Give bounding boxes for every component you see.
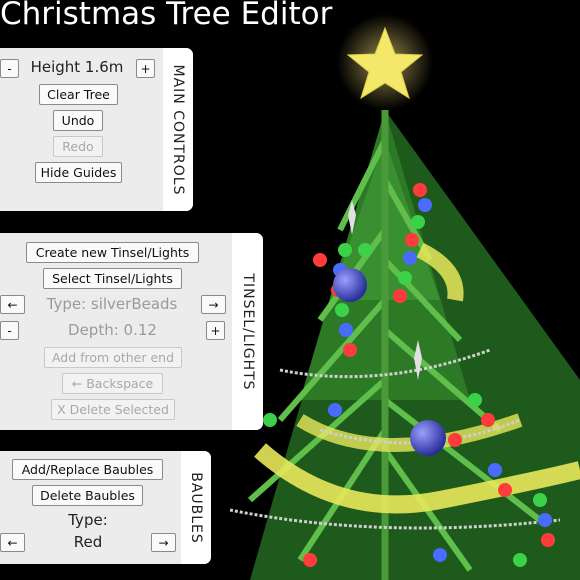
height-decrease-button[interactable]: - [0, 59, 19, 78]
main-controls-tab[interactable]: MAIN CONTROLS [163, 48, 193, 211]
bauble-type-next-button[interactable]: → [151, 533, 176, 552]
tinsel-lights-tab[interactable]: TINSEL/LIGHTS [232, 233, 263, 430]
delete-baubles-button[interactable]: Delete Baubles [32, 485, 143, 506]
depth-label: Depth: 0.12 [68, 321, 157, 339]
app-title: Christmas Tree Editor [0, 0, 333, 32]
star-topper [337, 14, 433, 110]
height-label: Height 1.6m [30, 58, 124, 76]
backspace-button[interactable]: ← Backspace [62, 373, 163, 394]
hide-guides-button[interactable]: Hide Guides [35, 162, 122, 183]
add-replace-baubles-button[interactable]: Add/Replace Baubles [12, 459, 163, 480]
add-from-other-end-button[interactable]: Add from other end [44, 347, 182, 368]
height-increase-button[interactable]: + [136, 59, 155, 78]
depth-decrease-button[interactable]: - [0, 321, 19, 340]
delete-selected-button[interactable]: X Delete Selected [51, 399, 175, 420]
create-tinsel-lights-button[interactable]: Create new Tinsel/Lights [26, 242, 199, 263]
bauble-type-prev-button[interactable]: ← [0, 533, 25, 552]
select-tinsel-lights-button[interactable]: Select Tinsel/Lights [43, 268, 182, 289]
tinsel-lights-tab-label: TINSEL/LIGHTS [239, 272, 256, 391]
tinsel-lights-panel: Create new Tinsel/Lights Select Tinsel/L… [0, 233, 263, 430]
redo-button[interactable]: Redo [53, 136, 103, 157]
depth-increase-button[interactable]: + [206, 321, 225, 340]
type-prev-button[interactable]: ← [0, 295, 25, 314]
baubles-panel: Add/Replace Baubles Delete Baubles Type:… [0, 451, 211, 564]
type-next-button[interactable]: → [201, 295, 226, 314]
bauble-type-value: Red [73, 533, 103, 551]
bauble-type-caption: Type: [68, 511, 108, 529]
main-controls-tab-label: MAIN CONTROLS [170, 64, 186, 195]
baubles-tab-label: BAUBLES [188, 471, 204, 544]
clear-tree-button[interactable]: Clear Tree [39, 84, 118, 105]
baubles-tab[interactable]: BAUBLES [181, 451, 211, 564]
main-controls-panel: - Height 1.6m + Clear Tree Undo Redo Hid… [0, 48, 193, 211]
undo-button[interactable]: Undo [53, 110, 103, 131]
tinsel-type-label: Type: silverBeads [46, 295, 178, 313]
